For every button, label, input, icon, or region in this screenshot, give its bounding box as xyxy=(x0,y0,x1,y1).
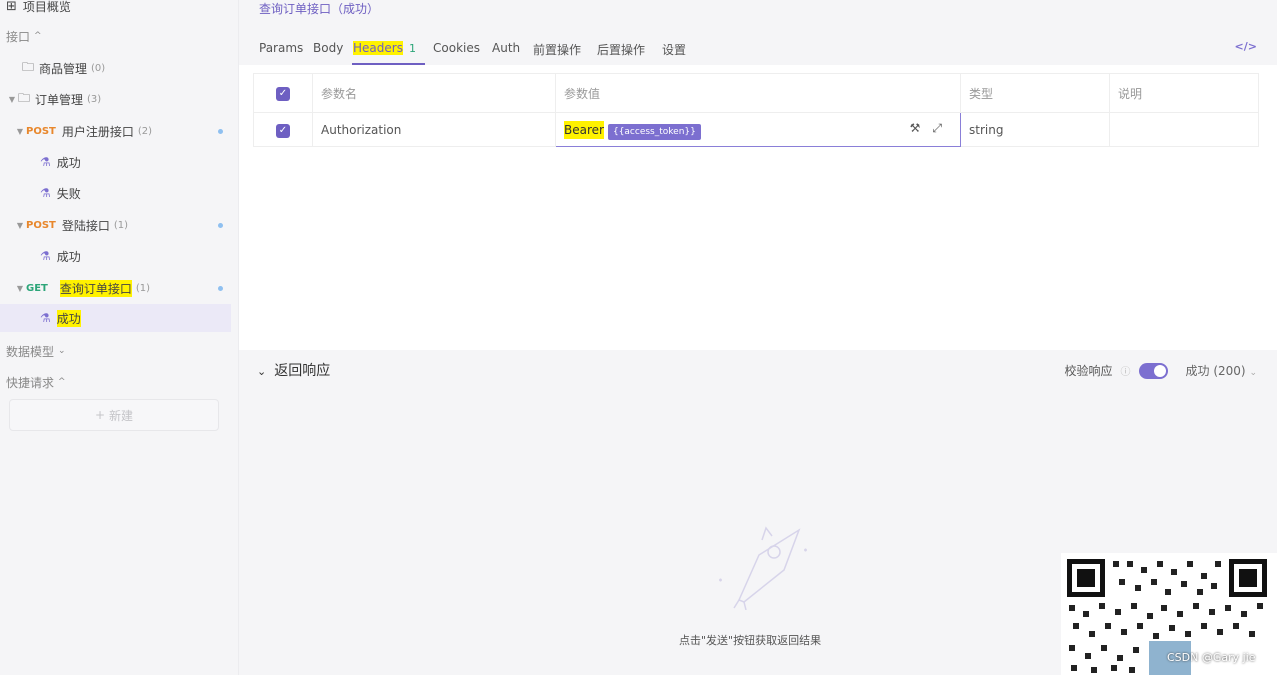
project-overview[interactable]: ⊞ 项目概览 xyxy=(6,0,237,20)
table-row: ✓ Authorization Bearer {{access_token}} ⚒… xyxy=(253,112,1259,147)
plus-icon: + xyxy=(94,408,106,422)
folder-goods[interactable]: 🗀 商品管理 (0) xyxy=(22,54,253,82)
case-register-success[interactable]: ⚗ 成功 xyxy=(40,148,271,176)
folder-icon: 🗀 xyxy=(18,90,31,105)
case-register-fail[interactable]: ⚗ 失败 xyxy=(40,179,271,207)
chevron-down-icon: ▼ xyxy=(16,283,24,293)
param-value-cell[interactable]: Bearer {{access_token}} ⚒⤢ xyxy=(555,112,961,147)
select-all-cell[interactable]: ✓ xyxy=(253,73,313,113)
chevron-down-icon: ▼ xyxy=(16,220,24,230)
api-query-order[interactable]: ▼ GET 查询订单接口 (1) xyxy=(14,274,245,302)
tab-cookies[interactable]: Cookies xyxy=(433,41,480,55)
table-header-row: ✓ 参数名 参数值 类型 说明 xyxy=(253,73,1259,113)
headers-count-badge: 1 xyxy=(408,42,416,55)
row-checkbox-cell[interactable]: ✓ xyxy=(253,112,313,147)
new-button[interactable]: + 新建 xyxy=(9,399,219,431)
column-header-type: 类型 xyxy=(960,73,1110,113)
chevron-down-icon: ▼ xyxy=(8,94,16,104)
case-query-success[interactable]: ⚗ 成功 xyxy=(0,304,231,332)
chevron-down-icon: ▼ xyxy=(16,126,24,136)
status-dot xyxy=(218,129,223,134)
interfaces-section[interactable]: 接口 ^ xyxy=(6,22,237,50)
grid-icon: ⊞ xyxy=(6,0,17,14)
tab-body[interactable]: Body xyxy=(313,41,343,55)
response-controls: 校验响应 ⓘ 成功 (200) ⌄ xyxy=(1065,362,1257,379)
tab-auth[interactable]: Auth xyxy=(492,41,520,55)
quick-request-section[interactable]: 快捷请求 ^ xyxy=(6,368,237,396)
help-icon[interactable]: ⓘ xyxy=(1121,363,1131,378)
tab-settings[interactable]: 设置 xyxy=(662,41,686,58)
param-desc-cell[interactable] xyxy=(1109,112,1259,147)
variable-token[interactable]: {{access_token}} xyxy=(607,123,701,140)
chevron-up-icon: ^ xyxy=(34,31,42,41)
chevron-up-icon: ^ xyxy=(58,377,66,387)
case-icon: ⚗ xyxy=(40,311,51,325)
expand-icon[interactable]: ⤢ xyxy=(932,121,954,135)
qr-code-watermark: CSDN @Gary jie xyxy=(1061,553,1277,675)
response-toggle[interactable]: ⌄ 返回响应 xyxy=(257,360,330,380)
status-dot xyxy=(218,223,223,228)
case-login-success[interactable]: ⚗ 成功 xyxy=(40,242,271,270)
code-icon[interactable]: </> xyxy=(1235,40,1257,53)
chevron-down-icon: ⌄ xyxy=(257,365,267,378)
status-dot xyxy=(218,286,223,291)
watermark-text: CSDN @Gary jie xyxy=(1167,651,1256,664)
data-model-section[interactable]: 数据模型 ⌄ xyxy=(6,337,237,365)
checkbox-icon[interactable]: ✓ xyxy=(276,87,290,101)
param-type-cell[interactable]: string xyxy=(960,112,1110,147)
validate-label: 校验响应 xyxy=(1064,364,1113,378)
api-register[interactable]: ▼ POST 用户注册接口 (2) xyxy=(14,117,245,145)
case-icon: ⚗ xyxy=(40,186,51,200)
api-login[interactable]: ▼ POST 登陆接口 (1) xyxy=(14,211,245,239)
tab-post-operations[interactable]: 后置操作 xyxy=(597,41,645,58)
headers-table: ✓ 参数名 参数值 类型 说明 ✓ Authorization Bearer{{… xyxy=(253,73,1259,147)
column-header-desc: 说明 xyxy=(1109,73,1259,113)
folder-icon: 🗀 xyxy=(22,59,35,74)
column-header-value: 参数值 xyxy=(555,73,961,113)
request-tabs: Params Body Headers 1 Cookies Auth 前置操作 后… xyxy=(239,33,1277,65)
empty-response-hint: 点击"发送"按钮获取返回结果 xyxy=(679,634,822,647)
tab-params[interactable]: Params xyxy=(259,41,303,55)
breadcrumb[interactable]: 查询订单接口（成功） xyxy=(259,0,379,17)
sidebar: ⊞ 项目概览 接口 ^ 🗀 商品管理 (0) ▼ 🗀 订单管理 (3) ▼ PO… xyxy=(0,0,239,675)
chevron-down-icon: ⌄ xyxy=(58,346,66,356)
checkbox-icon[interactable]: ✓ xyxy=(276,123,290,138)
case-icon: ⚗ xyxy=(40,249,51,263)
value-prefix: Bearer xyxy=(564,120,604,139)
headers-panel: ✓ 参数名 参数值 类型 说明 ✓ Authorization Bearer{{… xyxy=(239,65,1277,350)
status-select[interactable]: 成功 (200) ⌄ xyxy=(1186,362,1257,379)
tab-headers[interactable]: Headers 1 xyxy=(353,41,416,55)
magic-wand-icon[interactable]: ⚒ xyxy=(910,121,933,135)
chevron-down-icon: ⌄ xyxy=(1249,368,1257,378)
folder-orders[interactable]: ▼ 🗀 订单管理 (3) xyxy=(6,85,237,113)
rocket-illustration xyxy=(719,526,807,610)
case-icon: ⚗ xyxy=(40,155,51,169)
validate-toggle[interactable] xyxy=(1138,362,1168,379)
column-header-name: 参数名 xyxy=(312,73,556,113)
tab-pre-operations[interactable]: 前置操作 xyxy=(533,41,581,58)
param-name-cell[interactable]: Authorization xyxy=(312,112,556,147)
